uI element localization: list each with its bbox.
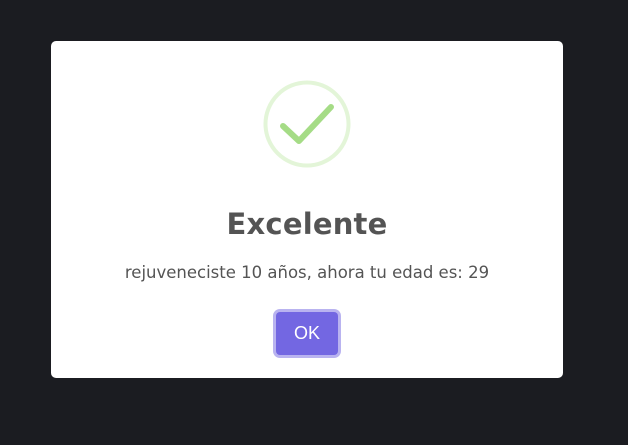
success-check-icon xyxy=(263,80,351,168)
success-dialog: Excelente rejuveneciste 10 años, ahora t… xyxy=(51,41,563,378)
dialog-message: rejuveneciste 10 años, ahora tu edad es:… xyxy=(124,263,490,282)
ok-button[interactable]: OK xyxy=(276,312,338,355)
dialog-title: Excelente xyxy=(226,207,388,241)
